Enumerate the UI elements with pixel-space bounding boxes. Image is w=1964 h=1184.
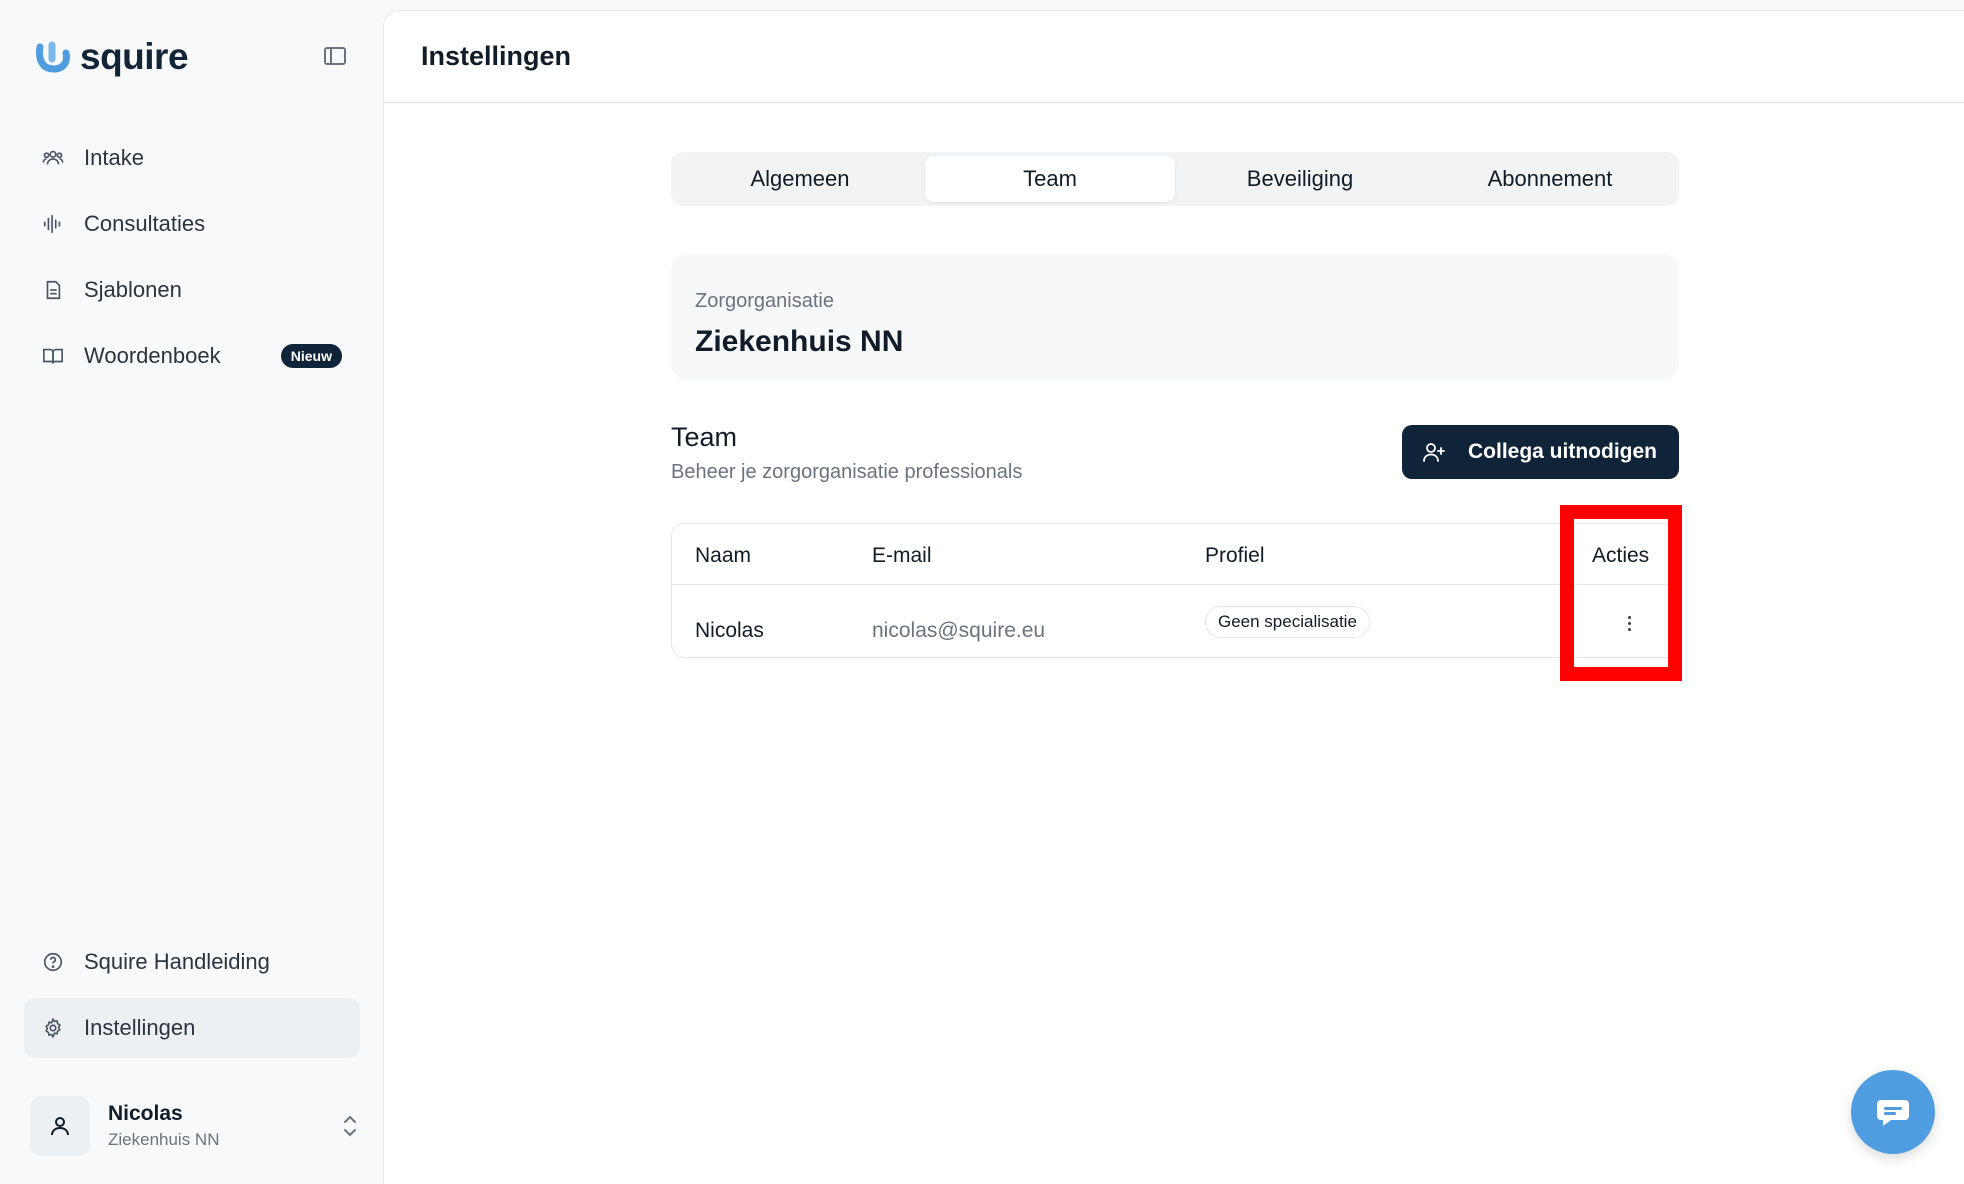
chat-button[interactable] [1851, 1070, 1935, 1154]
user-plus-icon [1423, 443, 1445, 462]
organization-label: Zorgorganisatie [695, 290, 834, 312]
main-panel: Instellingen Algemeen Team Beveiliging A… [383, 10, 1964, 1184]
gear-icon [42, 1017, 64, 1039]
sidebar-item-label: Consultaties [84, 211, 206, 236]
tab-algemeen[interactable]: Algemeen [675, 156, 925, 202]
sidebar-item-label: Intake [84, 145, 144, 170]
settings-tabs: Algemeen Team Beveiliging Abonnement [671, 152, 1679, 206]
chat-bubble-icon [1877, 1100, 1909, 1126]
sidebar-toggle-icon[interactable] [324, 47, 346, 65]
sidebar-item-label: Woordenboek [84, 343, 221, 368]
sidebar-item-sjablonen[interactable]: Sjablonen [24, 260, 360, 320]
main-header: Instellingen [384, 11, 1964, 103]
sidebar-item-woordenboek[interactable]: Woordenboek Nieuw [24, 326, 360, 386]
column-header-email: E-mail [872, 544, 932, 567]
sidebar-item-intake[interactable]: Intake [24, 128, 360, 188]
new-badge: Nieuw [280, 344, 342, 368]
sidebar-item-label: Sjablonen [84, 277, 182, 302]
help-circle-icon [42, 951, 64, 973]
page-title: Instellingen [421, 41, 572, 71]
team-section-title: Team [671, 422, 738, 452]
tab-beveiliging[interactable]: Beveiliging [1175, 156, 1425, 202]
sidebar-item-consultaties[interactable]: Consultaties [24, 194, 360, 254]
squire-logo-icon [36, 41, 70, 73]
users-icon [42, 147, 64, 169]
brand-logo[interactable]: squire [34, 36, 189, 78]
tab-team[interactable]: Team [925, 156, 1175, 202]
more-actions-icon[interactable] [1617, 608, 1641, 638]
profile-badge: Geen specialisatie [1205, 606, 1370, 638]
sidebar-item-label: Instellingen [84, 1015, 196, 1040]
member-email: nicolas@squire.eu [872, 619, 1046, 642]
sidebar: squire Intake Consultaties Sjablonen Woo… [0, 0, 383, 1184]
invite-colleague-button[interactable]: Collega uitnodigen [1402, 425, 1679, 479]
sidebar-item-label: Squire Handleiding [84, 949, 270, 974]
column-header-profiel: Profiel [1205, 544, 1265, 567]
brand-name: squire [80, 36, 189, 77]
organization-name: Ziekenhuis NN [695, 325, 904, 358]
book-open-icon [42, 345, 64, 367]
sidebar-item-instellingen[interactable]: Instellingen [24, 998, 360, 1058]
team-section-subtitle: Beheer je zorgorganisatie professionals [671, 461, 1023, 483]
table-divider [672, 584, 1678, 585]
column-header-acties: Acties [1592, 544, 1650, 567]
tab-abonnement[interactable]: Abonnement [1425, 156, 1675, 202]
team-table: Naam E-mail Profiel Acties Nicolas nicol… [671, 523, 1679, 658]
invite-button-label: Collega uitnodigen [1468, 440, 1657, 463]
avatar [30, 1096, 90, 1156]
organization-card: Zorgorganisatie Ziekenhuis NN [671, 254, 1679, 380]
audio-waveform-icon [42, 213, 64, 235]
user-organization: Ziekenhuis NN [108, 1130, 220, 1149]
member-name: Nicolas [695, 619, 764, 642]
user-name: Nicolas [108, 1102, 183, 1125]
user-icon [51, 1117, 69, 1136]
document-icon [42, 279, 64, 301]
column-header-naam: Naam [695, 544, 752, 567]
chevrons-up-down-icon [344, 1115, 356, 1137]
sidebar-nav: Intake Consultaties Sjablonen Woordenboe… [24, 128, 360, 392]
sidebar-bottom-nav: Squire Handleiding Instellingen [24, 932, 360, 1064]
user-menu[interactable]: Nicolas Ziekenhuis NN [30, 1096, 360, 1156]
sidebar-item-handleiding[interactable]: Squire Handleiding [24, 932, 360, 992]
